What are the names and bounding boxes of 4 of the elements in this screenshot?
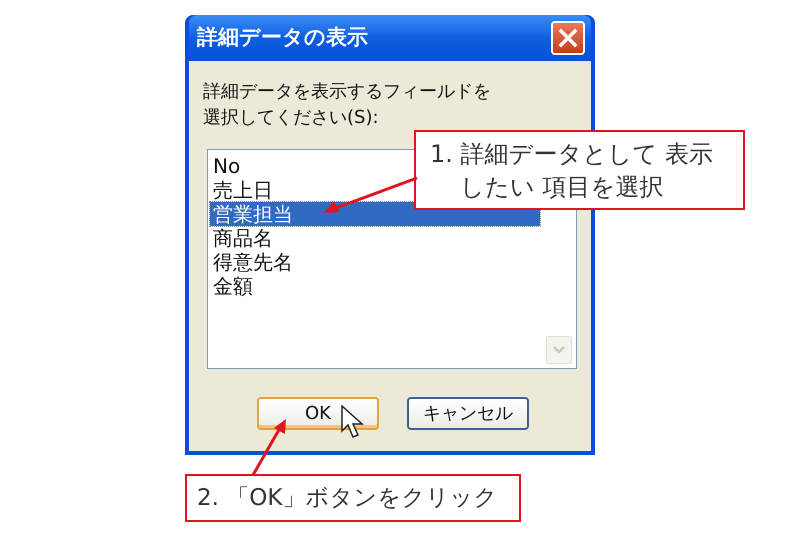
window-title: 詳細データの表示	[196, 24, 368, 52]
callout-text: 2. 「OK」ボタンをクリック	[197, 484, 498, 513]
prompt-text: 選択してください(S):	[203, 106, 380, 130]
prompt-text: 詳細データを表示するフィールドを	[203, 80, 492, 104]
